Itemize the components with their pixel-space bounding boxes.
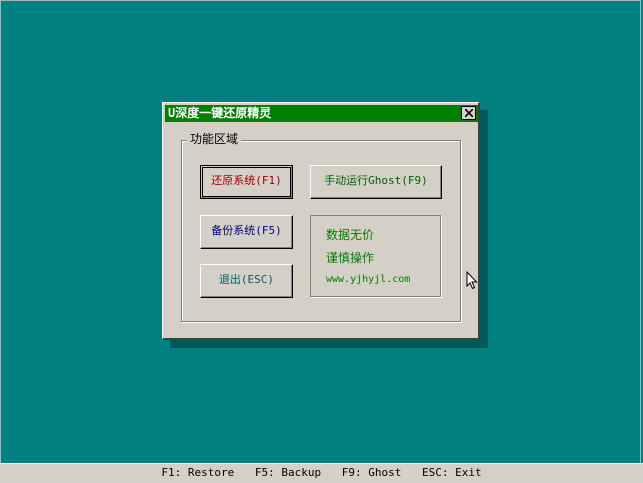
status-item-exit: ESC: Exit <box>421 466 482 479</box>
restore-system-button[interactable]: 还原系统(F1) <box>200 165 293 199</box>
info-url: www.yjhyjl.com <box>326 274 411 285</box>
info-line-caution: 谨慎操作 <box>326 251 375 265</box>
info-line-data: 数据无价 <box>326 228 375 242</box>
status-item-ghost: F9: Ghost <box>341 466 402 479</box>
info-box: 数据无价 谨慎操作 www.yjhyjl.com <box>310 215 441 297</box>
close-icon <box>465 109 473 117</box>
exit-button[interactable]: 退出(ESC) <box>200 264 293 298</box>
mouse-cursor-icon <box>466 271 478 290</box>
dialog-titlebar[interactable]: U深度一键还原精灵 <box>165 105 478 122</box>
status-bar: F1: Restore F5: Backup F9: Ghost ESC: Ex… <box>0 463 643 483</box>
status-item-backup: F5: Backup <box>254 466 322 479</box>
status-item-restore: F1: Restore <box>161 466 235 479</box>
dialog-title: U深度一键还原精灵 <box>168 106 272 120</box>
restore-dialog: U深度一键还原精灵 功能区域 还原系统(F1) 手动运行Ghost(F9) 备份… <box>162 102 480 340</box>
close-button[interactable] <box>461 106 476 120</box>
group-label: 功能区域 <box>187 132 242 147</box>
backup-system-button[interactable]: 备份系统(F5) <box>200 215 293 249</box>
run-ghost-button[interactable]: 手动运行Ghost(F9) <box>310 165 442 199</box>
